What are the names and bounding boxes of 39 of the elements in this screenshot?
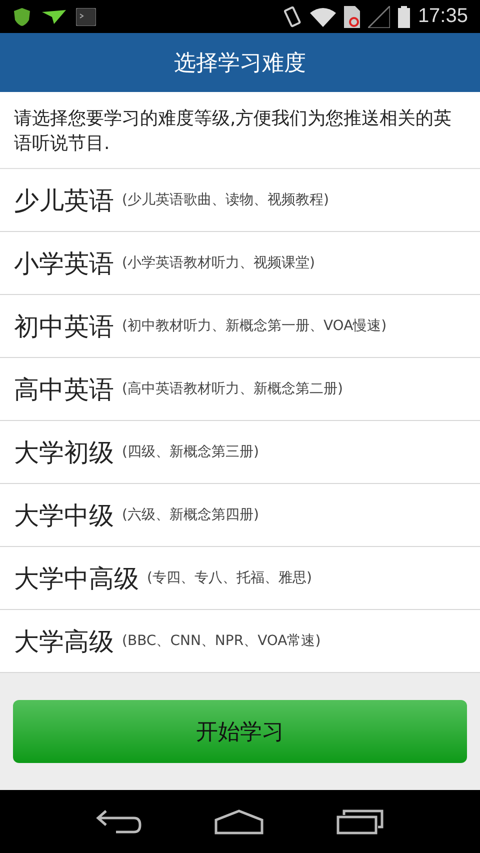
clock: 17:35 — [418, 5, 468, 28]
home-icon[interactable] — [214, 808, 264, 834]
level-description: (BBC、CNN、NPR、VOA常速) — [122, 632, 321, 650]
start-button[interactable]: 开始学习 — [13, 700, 467, 763]
level-description: (六级、新概念第四册) — [122, 506, 259, 524]
level-description: (高中英语教材听力、新概念第二册) — [122, 380, 343, 398]
level-item[interactable]: 大学中高级 (专四、专八、托福、雅思) — [0, 547, 480, 610]
terminal-icon — [76, 8, 96, 26]
battery-icon — [398, 6, 410, 28]
level-name: 大学高级 — [14, 626, 114, 658]
level-item[interactable]: 大学高级 (BBC、CNN、NPR、VOA常速) — [0, 610, 480, 673]
level-description: (四级、新概念第三册) — [122, 443, 259, 461]
intro-text: 请选择您要学习的难度等级,方便我们为您推送相关的英语听说节目. — [14, 107, 453, 156]
shield-icon — [12, 6, 32, 26]
level-name: 大学初级 — [14, 436, 114, 468]
level-name: 初中英语 — [14, 310, 114, 342]
screen-title: 选择学习难度 — [174, 50, 306, 78]
level-name: 少儿英语 — [14, 184, 114, 216]
level-description: (专四、专八、托福、雅思) — [147, 569, 312, 587]
back-icon[interactable] — [96, 808, 142, 834]
paper-plane-icon — [42, 10, 66, 24]
level-name: 小学英语 — [14, 248, 114, 280]
level-description: (初中教材听力、新概念第一册、VOA慢速) — [122, 317, 387, 335]
sim-card-icon — [344, 6, 360, 28]
signal-icon — [368, 6, 390, 28]
level-item[interactable]: 小学英语 (小学英语教材听力、视频课堂) — [0, 232, 480, 295]
level-name: 大学中高级 — [14, 562, 139, 594]
level-description: (少儿英语歌曲、读物、视频教程) — [122, 191, 329, 209]
phone-rotate-icon — [284, 6, 302, 28]
wifi-icon — [310, 6, 336, 26]
level-name: 大学中级 — [14, 500, 114, 532]
recent-apps-icon[interactable] — [336, 808, 384, 834]
level-name: 高中英语 — [14, 374, 114, 406]
level-item[interactable]: 初中英语 (初中教材听力、新概念第一册、VOA慢速) — [0, 295, 480, 358]
level-item[interactable]: 少儿英语 (少儿英语歌曲、读物、视频教程) — [0, 169, 480, 232]
level-item[interactable]: 大学中级 (六级、新概念第四册) — [0, 484, 480, 547]
level-description: (小学英语教材听力、视频课堂) — [122, 254, 315, 272]
level-item[interactable]: 大学初级 (四级、新概念第三册) — [0, 421, 480, 484]
level-item[interactable]: 高中英语 (高中英语教材听力、新概念第二册) — [0, 358, 480, 421]
